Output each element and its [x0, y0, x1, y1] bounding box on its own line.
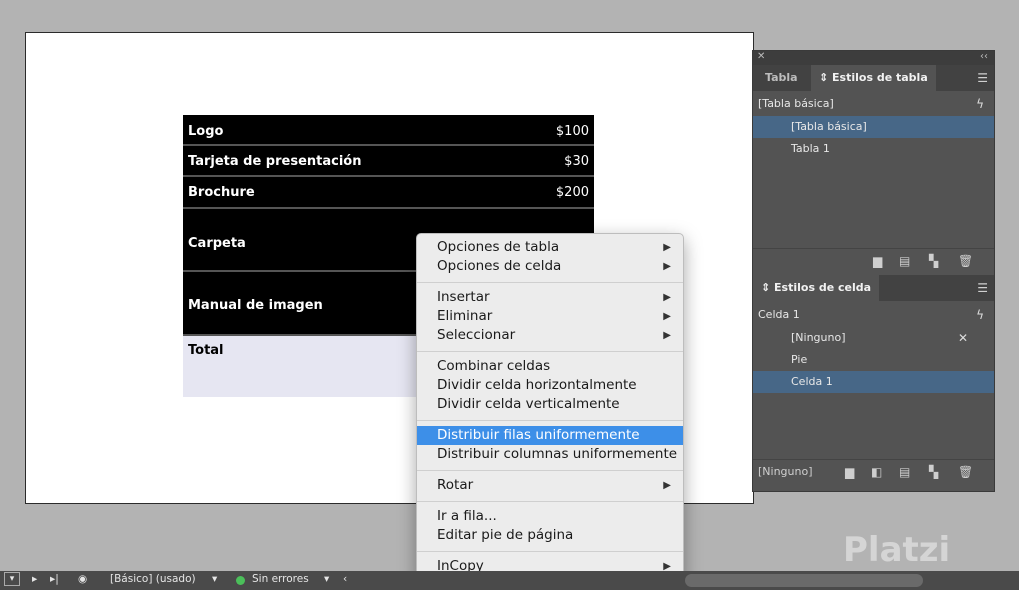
preflight-status: Sin errores [252, 573, 309, 585]
menu-item-rotar[interactable]: Rotar ▶ [417, 476, 683, 495]
table-style-item[interactable]: [Tabla básica] [753, 116, 994, 138]
row-label: Total [188, 343, 224, 358]
menu-separator [417, 501, 683, 502]
menu-separator [417, 420, 683, 421]
table-row[interactable]: Tarjeta de presentación $30 [183, 146, 594, 177]
folder-icon[interactable]: ▆ [845, 465, 854, 479]
table-row[interactable]: Logo $100 [183, 115, 594, 146]
cell-style-label: [Ninguno] [791, 331, 846, 344]
panel-menu-icon[interactable]: ☰ [977, 71, 988, 85]
tab-label: Estilos de celda [774, 281, 872, 294]
table-row[interactable]: Brochure $200 [183, 177, 594, 209]
row-price: $200 [555, 185, 589, 200]
link-icon[interactable]: ◧ [871, 465, 882, 479]
row-label: Tarjeta de presentación [188, 154, 362, 169]
cell-styles-tabbar: ⇕ Estilos de celda ☰ [753, 275, 994, 301]
menu-item-opciones-de-tabla[interactable]: Opciones de tabla ▶ [417, 238, 683, 257]
menu-item-opciones-de-celda[interactable]: Opciones de celda ▶ [417, 257, 683, 276]
tab-estilos-de-tabla[interactable]: ⇕ Estilos de tabla [811, 65, 936, 91]
current-style-label: [Tabla básica] [758, 97, 834, 110]
table-styles-footer: ▆ ▤ ▚ 🗑 [753, 248, 994, 272]
styles-panel: ✕ ‹‹ Tabla ⇕ Estilos de tabla ☰ [Tabla b… [752, 50, 995, 492]
menu-item-distribuir-columnas[interactable]: Distribuir columnas uniformemente [417, 445, 683, 464]
row-price: $30 [564, 154, 589, 169]
menu-separator [417, 282, 683, 283]
menu-item-eliminar[interactable]: Eliminar ▶ [417, 307, 683, 326]
submenu-arrow-icon: ▶ [663, 330, 671, 341]
context-menu: Opciones de tabla ▶ Opciones de celda ▶ In… [416, 233, 684, 581]
menu-item-dividir-vertical[interactable]: Dividir celda verticalmente [417, 395, 683, 414]
row-label: Manual de imagen [188, 298, 323, 313]
folder-icon[interactable]: ▆ [873, 254, 882, 268]
scroll-left-icon[interactable]: ‹ [343, 573, 347, 585]
menu-item-label: Eliminar [437, 308, 493, 324]
submenu-arrow-icon: ▶ [663, 261, 671, 272]
menu-item-combinar-celdas[interactable]: Combinar celdas [417, 357, 683, 376]
platzi-watermark: Platzi [843, 530, 951, 570]
menu-item-ir-a-fila[interactable]: Ir a fila... [417, 507, 683, 526]
menu-item-editar-pie[interactable]: Editar pie de página [417, 526, 683, 545]
menu-separator [417, 351, 683, 352]
menu-item-label: Insertar [437, 289, 490, 305]
table-style-item[interactable]: Tabla 1 [753, 138, 994, 160]
style-status: [Básico] (usado) [110, 573, 196, 585]
tab-estilos-de-celda[interactable]: ⇕ Estilos de celda [753, 275, 880, 301]
style-dropdown-icon[interactable]: ▾ [212, 573, 217, 585]
sort-icon: ⇕ [761, 281, 775, 294]
open-page-icon[interactable]: ◉ [78, 573, 87, 585]
row-label: Logo [188, 124, 224, 139]
horizontal-scrollbar[interactable] [685, 574, 923, 587]
new-style-icon[interactable]: ▚ [929, 465, 938, 479]
submenu-arrow-icon: ▶ [663, 311, 671, 322]
preflight-ok-icon [236, 576, 245, 585]
collapse-icon[interactable]: ‹‹ [980, 51, 988, 62]
row-label: Brochure [188, 185, 255, 200]
submenu-arrow-icon: ▶ [663, 292, 671, 303]
clear-overrides-icon[interactable]: ▤ [899, 254, 910, 268]
panel-topbar: ✕ ‹‹ [753, 51, 994, 65]
cell-style-item[interactable]: Celda 1 [753, 371, 994, 393]
menu-item-label: Seleccionar [437, 327, 516, 343]
cell-style-item[interactable]: [Ninguno] ✕ [753, 327, 994, 349]
preflight-dropdown-icon[interactable]: ▾ [324, 573, 329, 585]
trash-icon[interactable]: 🗑 [958, 465, 973, 479]
cell-styles-footer: [Ninguno] ▆ ◧ ▤ ▚ 🗑 [753, 459, 994, 483]
menu-separator [417, 551, 683, 552]
clear-overrides-icon[interactable]: ▤ [899, 465, 910, 479]
current-style-label: Celda 1 [758, 308, 800, 321]
panel-menu-icon[interactable]: ☰ [977, 281, 988, 295]
last-page-icon[interactable]: ▸| [50, 573, 59, 585]
row-price: $100 [555, 124, 589, 139]
table-style-current: [Tabla básica] ϟ [753, 93, 994, 115]
new-style-icon[interactable]: ▚ [929, 254, 938, 268]
menu-separator [417, 470, 683, 471]
menu-item-insertar[interactable]: Insertar ▶ [417, 288, 683, 307]
menu-item-label: Opciones de celda [437, 258, 562, 274]
bolt-icon[interactable]: ϟ [976, 304, 984, 326]
menu-item-seleccionar[interactable]: Seleccionar ▶ [417, 326, 683, 345]
menu-item-dividir-horizontal[interactable]: Dividir celda horizontalmente [417, 376, 683, 395]
trash-icon[interactable]: 🗑 [958, 254, 973, 268]
bolt-icon[interactable]: ϟ [976, 93, 984, 115]
sort-icon: ⇕ [819, 71, 833, 84]
submenu-arrow-icon: ▶ [663, 242, 671, 253]
panel-tabbar: Tabla ⇕ Estilos de tabla ☰ [753, 65, 994, 91]
row-label: Carpeta [188, 236, 246, 251]
menu-item-label: Opciones de tabla [437, 239, 560, 255]
next-page-icon[interactable]: ▸ [32, 573, 37, 585]
submenu-arrow-icon: ▶ [663, 480, 671, 491]
close-icon[interactable]: ✕ [757, 51, 765, 62]
page-dropdown-icon[interactable]: ▾ [4, 572, 20, 586]
cell-style-current: Celda 1 ϟ [753, 304, 994, 326]
status-bar: ▾ ▸ ▸| ◉ [Básico] (usado) ▾ Sin errores … [0, 571, 1019, 590]
footer-style-label: [Ninguno] [758, 465, 813, 478]
no-edit-icon: ✕ [957, 331, 968, 345]
cell-style-item[interactable]: Pie [753, 349, 994, 371]
tab-label: Estilos de tabla [832, 71, 928, 84]
menu-item-distribuir-filas[interactable]: Distribuir filas uniformemente [417, 426, 683, 445]
tab-tabla[interactable]: Tabla [757, 65, 806, 91]
menu-item-label: Rotar [437, 477, 474, 493]
